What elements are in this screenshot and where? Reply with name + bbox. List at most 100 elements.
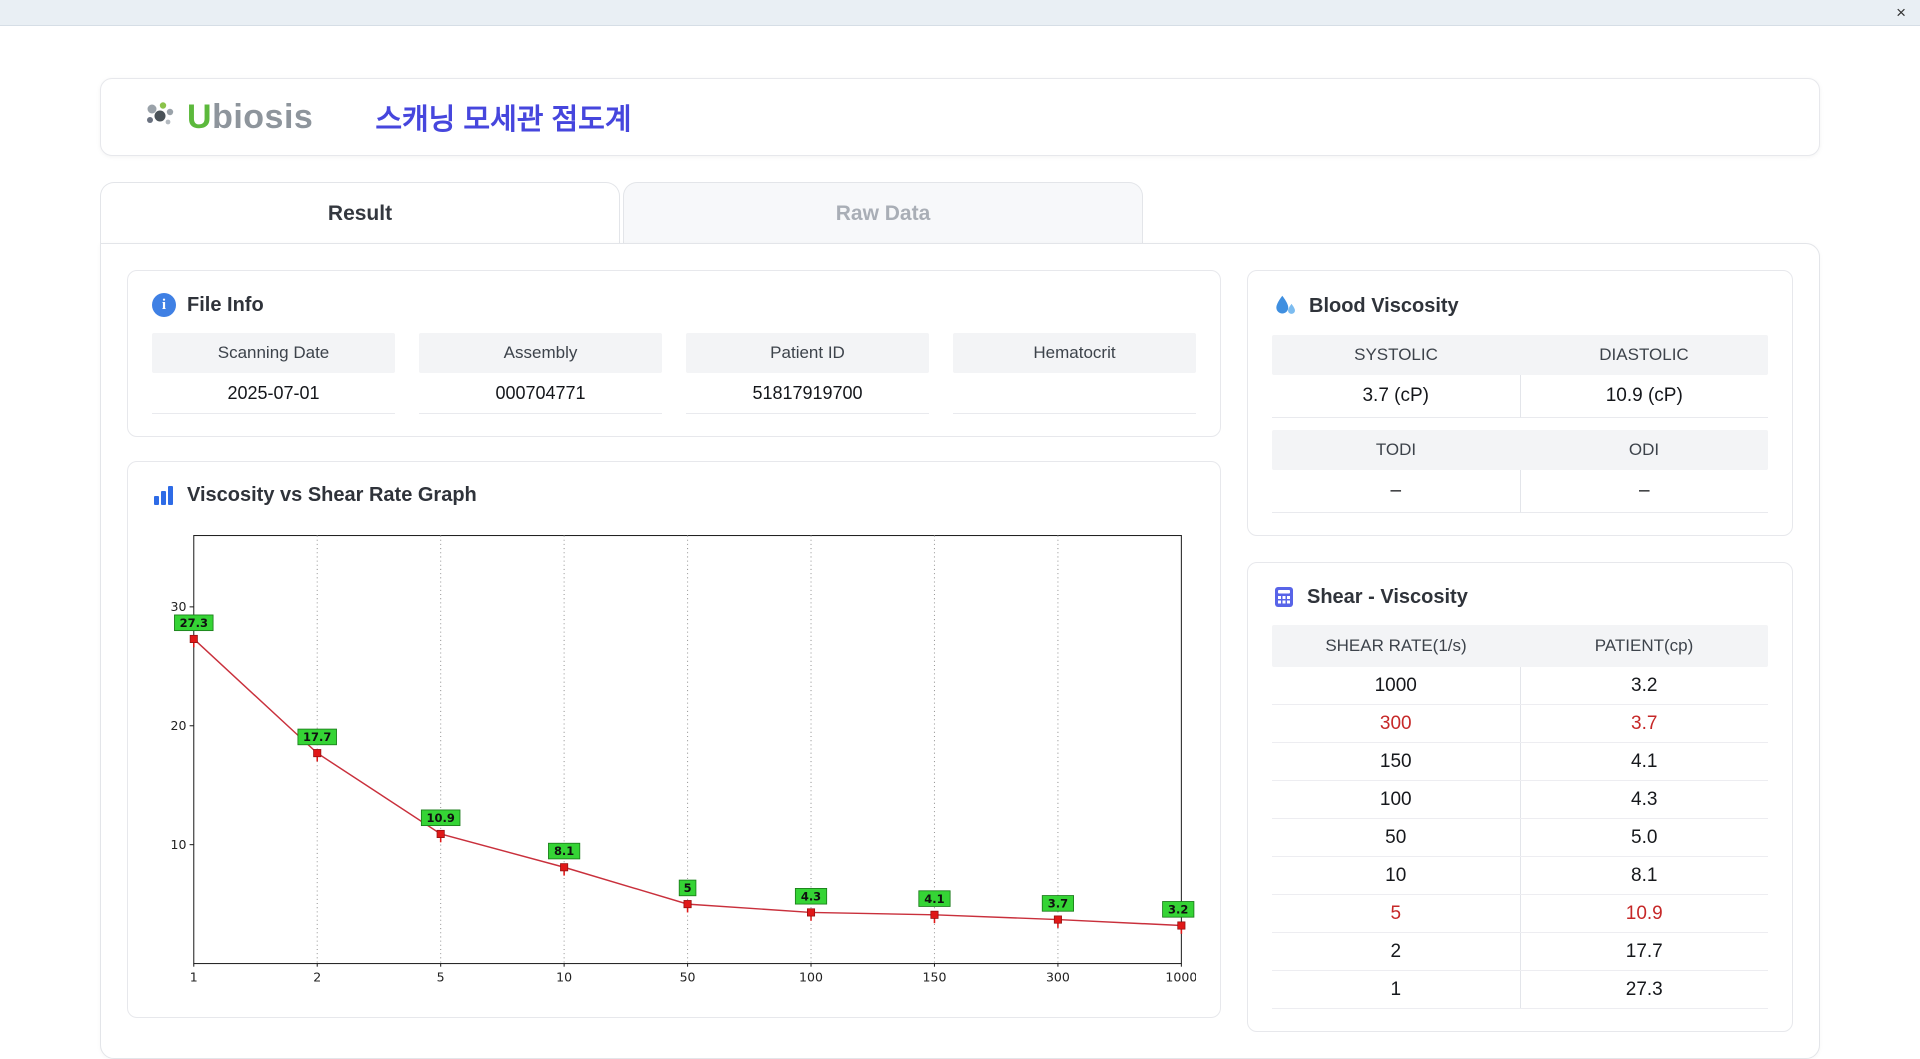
blood-viscosity-table: SYSTOLIC DIASTOLIC 3.7 (cP) 10.9 (cP) TODI OD… [1272,335,1768,513]
patient-value-cell: 10.9 [1625,903,1663,924]
svg-text:5: 5 [437,969,445,984]
calculator-grid-icon [1275,587,1293,607]
bv-label: ODI [1628,440,1660,459]
file-info-card: i File Info Scanning Date 2025-07-01 Ass… [127,270,1221,437]
shear-table-row: 150 4.1 [1272,743,1768,781]
shear-rate-cell: 1000 [1272,667,1521,704]
shear-table-row: 1000 3.2 [1272,667,1768,705]
patient-value-cell: 4.1 [1631,751,1658,772]
bv-value: – [1520,470,1768,513]
bar-chart-icon [154,485,173,505]
patient-value-cell: 27.3 [1625,979,1663,1000]
file-info-fields: Scanning Date 2025-07-01 Assembly 000704… [152,333,1196,414]
bv-value-row: 3.7 (cP) 10.9 (cP) [1272,375,1768,418]
bv-header-row: SYSTOLIC DIASTOLIC [1272,335,1768,375]
blood-viscosity-card: Blood Viscosity SYSTOLIC DIASTOLIC 3.7 (cP… [1247,270,1793,536]
shear-rate-cell: 150 [1272,743,1521,780]
shear-rate-cell: 1 [1272,971,1521,1008]
file-info-field: Patient ID 51817919700 [686,333,929,414]
file-info-field: Hematocrit [953,333,1196,414]
svg-text:30: 30 [171,599,187,614]
tab-result[interactable]: Result [100,182,620,244]
graph-card: Viscosity vs Shear Rate Graph 1 2 5 10 50 100… [127,461,1221,1018]
bv-value: 3.7 (cP) [1272,375,1521,418]
shear-viscosity-header: Shear - Viscosity [1272,585,1768,609]
patient-column-header: PATIENT(cp) [1594,636,1694,655]
shear-table-row: 1 27.3 [1272,971,1768,1009]
svg-text:2: 2 [313,969,321,984]
patient-value-cell: 4.3 [1631,789,1658,810]
svg-text:4.3: 4.3 [801,889,821,903]
close-icon[interactable]: × [1896,4,1906,21]
window-titlebar: × [0,0,1920,26]
file-info-header: i File Info [152,293,1196,317]
shear-table-body: 1000 3.2 300 3.7 150 4.1 100 4.3 50 5.0 … [1272,667,1768,1009]
blood-viscosity-header: Blood Viscosity [1272,293,1768,319]
chart-area: 1 2 5 10 50 100 150 300 1000 10 20 30 27.3 17.7 10.9 8.… [152,523,1196,995]
result-panel: i File Info Scanning Date 2025-07-01 Ass… [100,243,1820,1059]
left-column: i File Info Scanning Date 2025-07-01 Ass… [127,270,1221,1032]
svg-text:1: 1 [190,969,198,984]
shear-table-row: 100 4.3 [1272,781,1768,819]
patient-value-cell: 3.7 [1631,713,1658,734]
section-title: File Info [187,293,264,316]
svg-text:100: 100 [799,969,823,984]
shear-table-row: 300 3.7 [1272,705,1768,743]
bv-label: DIASTOLIC [1599,345,1689,364]
svg-text:150: 150 [923,969,947,984]
viscosity-chart: 1 2 5 10 50 100 150 300 1000 10 20 30 27.3 17.7 10.9 8.… [171,535,1196,984]
field-label: Patient ID [686,333,929,373]
field-label: Assembly [419,333,662,373]
graph-header: Viscosity vs Shear Rate Graph [152,484,1196,507]
field-label: Hematocrit [953,333,1196,373]
svg-text:5: 5 [684,881,692,895]
svg-text:20: 20 [171,718,187,733]
right-column: Blood Viscosity SYSTOLIC DIASTOLIC 3.7 (cP… [1247,270,1793,1032]
bv-header-row: TODI ODI [1272,430,1768,470]
field-value: 000704771 [419,373,662,414]
page-title: 스캐닝 모세관 점도계 [375,104,632,136]
svg-text:10: 10 [556,969,572,984]
svg-text:8.1: 8.1 [554,844,574,858]
ubiosis-logo: Ubiosis [143,98,313,137]
file-info-field: Assembly 000704771 [419,333,662,414]
shear-rate-cell: 50 [1272,819,1521,856]
shear-table-row: 2 17.7 [1272,933,1768,971]
bv-label: SYSTOLIC [1354,345,1438,364]
bv-label: TODI [1375,440,1417,459]
info-icon: i [152,293,176,317]
header-card: Ubiosis 스캐닝 모세관 점도계 [100,78,1820,156]
shear-rate-cell: 100 [1272,781,1521,818]
file-info-field: Scanning Date 2025-07-01 [152,333,395,414]
svg-text:50: 50 [680,969,696,984]
svg-text:17.7: 17.7 [303,730,331,744]
page-root: Ubiosis 스캐닝 모세관 점도계 Result Raw Data i Fi… [100,78,1820,1059]
shear-viscosity-card: Shear - Viscosity SHEAR RATE(1/s) PATIEN… [1247,562,1793,1032]
field-value: 2025-07-01 [152,373,395,414]
patient-value-cell: 8.1 [1631,865,1658,886]
patient-value-cell: 3.2 [1631,675,1658,696]
svg-text:1000: 1000 [1165,969,1196,984]
patient-value-cell: 5.0 [1631,827,1658,848]
patient-value-cell: 17.7 [1625,941,1663,962]
svg-text:10.9: 10.9 [427,811,455,825]
shear-rate-cell: 2 [1272,933,1521,970]
shear-rate-cell: 10 [1272,857,1521,894]
svg-text:300: 300 [1046,969,1070,984]
svg-text:3.7: 3.7 [1048,897,1068,911]
field-label: Scanning Date [152,333,395,373]
section-title: Viscosity vs Shear Rate Graph [187,484,477,506]
logo-dots-icon [147,102,174,125]
tab-bar: Result Raw Data [100,182,1820,244]
svg-text:4.1: 4.1 [924,892,944,906]
logo-text: Ubiosis [187,97,314,136]
droplet-icon [1276,295,1295,314]
field-value [953,373,1196,414]
svg-text:3.2: 3.2 [1168,903,1188,917]
shear-table-row: 10 8.1 [1272,857,1768,895]
shear-table-header: SHEAR RATE(1/s) PATIENT(cp) [1272,625,1768,667]
bv-value: – [1272,470,1521,513]
field-value: 51817919700 [686,373,929,414]
tab-raw-data[interactable]: Raw Data [623,182,1143,244]
section-title: Shear - Viscosity [1307,585,1468,608]
